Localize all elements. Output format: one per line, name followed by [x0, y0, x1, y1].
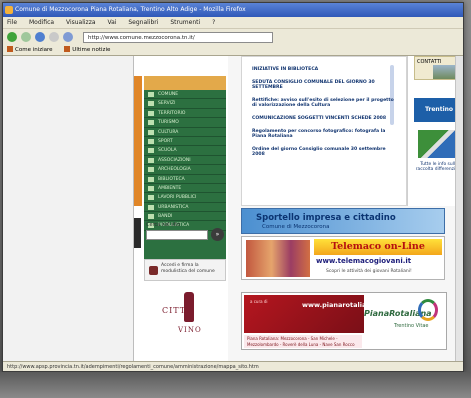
menu-help[interactable]: ? [212, 19, 215, 26]
navigation-toolbar: http://www.comune.mezzocorona.tn.it/ [3, 28, 463, 45]
stop-icon[interactable] [49, 32, 59, 42]
home-icon[interactable] [63, 32, 73, 42]
bookmark-icon [7, 46, 13, 52]
youth-photo [246, 240, 310, 277]
news-item[interactable]: COMUNICAZIONE SOGGETTI VINCENTI SCHEDE 2… [252, 116, 398, 122]
nav-item[interactable]: COMUNE [144, 90, 226, 100]
status-bar: http://www.apsp.provincia.tn.it/adempime… [3, 361, 463, 371]
window-title: Comune di Mezzocorona Piana Rotaliana, T… [15, 6, 246, 13]
news-item[interactable]: SEDUTA CONSIGLIO COMUNALE DEL GIORNO 30 … [252, 80, 398, 91]
left-column: COMUNE SERVIZI TERRITORIO TURISMO CULTUR… [134, 56, 228, 361]
nav-item[interactable]: ARCHEOLOGIA [144, 165, 226, 175]
nav-item[interactable]: TERRITORIO [144, 109, 226, 119]
nav-item[interactable]: BIBLIOTECA [144, 175, 226, 184]
red-panel: a cura di www.pianarotaliana.it [244, 295, 383, 333]
news-item[interactable]: INIZIATIVE IN BIBLIOTECA [252, 67, 398, 73]
bookmark-come-iniziare[interactable]: Come iniziare [7, 46, 53, 53]
menu-visualizza[interactable]: Visualizza [66, 19, 96, 26]
nav-item[interactable]: BANDI [144, 212, 226, 222]
modulistica-link[interactable]: Accedi e firma la modulistica del comune [144, 259, 226, 281]
rss-icon [64, 46, 71, 52]
nav-item[interactable]: LAVORI PUBBLICI [144, 193, 226, 203]
news-item[interactable]: Ordine del giorno Consiglio comunale 30 … [252, 147, 398, 158]
nav-header [144, 76, 226, 90]
wine-bottle-icon [184, 292, 194, 322]
nav-item[interactable]: SPORT [144, 137, 226, 147]
sportello-banner[interactable]: Sportello impresa e cittadino Comune di … [241, 208, 445, 234]
news-item[interactable]: Regolamento per concorso fotografico: fo… [252, 129, 398, 140]
page-margin [3, 56, 134, 361]
page-content: COMUNE SERVIZI TERRITORIO TURISMO CULTUR… [3, 56, 463, 361]
nav-item[interactable]: SCUOLA [144, 146, 226, 156]
dark-side-strip [134, 218, 141, 248]
news-panel: INIZIATIVE IN BIBLIOTECA SEDUTA CONSIGLI… [241, 56, 407, 206]
telemaco-banner[interactable]: Telemaco on-Line www.telemacogiovani.it … [241, 236, 445, 280]
nav-item[interactable]: AMBIENTE [144, 184, 226, 194]
bookmarks-bar: Come iniziare Ultime notizie [3, 45, 463, 56]
search-label: Cerca nel sito [146, 222, 181, 228]
menu-bar: File Modifica Visualizza Vai Segnalibri … [3, 17, 463, 28]
search-go-button[interactable]: » [211, 228, 224, 241]
citta-del-vino-logo[interactable]: CITTÀ VINO [162, 292, 212, 340]
menu-vai[interactable]: Vai [107, 19, 116, 26]
address-bar[interactable]: http://www.comune.mezzocorona.tn.it/ [83, 31, 273, 43]
menu-segnalibri[interactable]: Segnalibri [128, 19, 158, 26]
document-icon [149, 266, 158, 275]
menu-modifica[interactable]: Modifica [29, 19, 54, 26]
page-scrollbar[interactable] [455, 56, 463, 361]
title-bar: Comune di Mezzocorona Piana Rotaliana, T… [3, 3, 463, 17]
nav-item[interactable]: ASSOCIAZIONI [144, 156, 226, 166]
piana-rotaliana-banner[interactable]: a cura di www.pianarotaliana.it Piana Ro… [241, 292, 447, 350]
back-arrow-icon[interactable] [7, 32, 17, 42]
news-list: INIZIATIVE IN BIBLIOTECA SEDUTA CONSIGLI… [252, 67, 398, 165]
menu-strumenti[interactable]: Strumenti [170, 19, 200, 26]
firefox-icon [5, 6, 13, 14]
recycling-icon[interactable] [418, 130, 458, 158]
nav-item[interactable]: TURISMO [144, 118, 226, 128]
news-item[interactable]: Rettifiche: avviso sull'esito di selezio… [252, 98, 398, 109]
reload-icon[interactable] [35, 32, 45, 42]
desk-surface [0, 372, 471, 398]
bookmark-ultime-notizie[interactable]: Ultime notizie [64, 46, 110, 53]
menu-file[interactable]: File [7, 19, 17, 26]
nav-item[interactable]: SERVIZI [144, 99, 226, 109]
browser-window: Comune di Mezzocorona Piana Rotaliana, T… [2, 2, 464, 372]
search-input[interactable] [146, 230, 208, 240]
nav-item[interactable]: URBANISTICA [144, 203, 226, 213]
nav-item[interactable]: CULTURA [144, 128, 226, 137]
orange-side-tab[interactable] [134, 76, 142, 206]
piana-rotaliana-logo-icon [418, 299, 438, 321]
forward-arrow-icon[interactable] [21, 32, 31, 42]
